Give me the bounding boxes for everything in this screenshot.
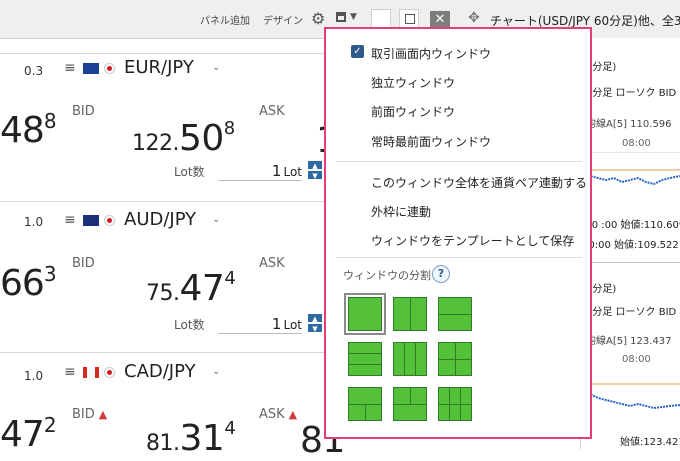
- jp-flag-icon: [104, 215, 115, 226]
- chart-series-label: 0分足 ローソク BID: [586, 88, 677, 99]
- pair-selector-eurjpy[interactable]: ≡ EUR/JPY ⌄: [64, 54, 224, 86]
- bid-price[interactable]: 75.474: [146, 268, 236, 309]
- divider: [0, 201, 325, 202]
- jp-flag-icon: [104, 63, 115, 74]
- divider: [0, 352, 325, 353]
- bid-label: BID: [72, 104, 95, 119]
- move-icon[interactable]: ✥: [468, 10, 480, 26]
- menu-item-save-template[interactable]: ウィンドウをテンプレートとして保存: [371, 232, 574, 249]
- layout-2-top-1-bottom[interactable]: [393, 387, 427, 421]
- lot-input[interactable]: 1 Lot: [218, 162, 302, 181]
- ask-label: ASK: [259, 256, 285, 271]
- pair-selector-audjpy[interactable]: ≡ AUD/JPY ⌄: [64, 206, 224, 238]
- lot-label: Lot数: [174, 165, 205, 179]
- pair-name: CAD/JPY: [124, 361, 196, 382]
- chart-footer: :00 :00 始値:110.609: [582, 220, 680, 231]
- layout-single[interactable]: [344, 293, 386, 335]
- eu-flag-icon: [83, 63, 99, 74]
- chevron-down-icon[interactable]: ⌄: [212, 366, 220, 377]
- gear-icon[interactable]: ⚙: [311, 9, 325, 28]
- price-plot: [582, 169, 680, 186]
- moving-average-label: 均線A[5] 123.437: [586, 336, 672, 347]
- lot-stepper[interactable]: ▲ ▼: [307, 313, 323, 333]
- chevron-down-icon[interactable]: ⌄: [212, 214, 220, 225]
- close-button[interactable]: ✕: [430, 11, 450, 28]
- stepper-up[interactable]: ▲: [307, 313, 323, 323]
- pair-name: AUD/JPY: [124, 209, 197, 230]
- spread-value: 0.3: [24, 64, 44, 78]
- menu-item-always-on-top[interactable]: 常時最前面ウィンドウ: [371, 133, 491, 150]
- stepper-down[interactable]: ▼: [307, 323, 323, 333]
- lot-stepper[interactable]: ▲ ▼: [307, 160, 323, 180]
- partial-price: 663: [0, 262, 57, 304]
- split-section-label: ウィンドウの分割: [343, 269, 431, 282]
- pair-name: EUR/JPY: [124, 57, 194, 78]
- design-button[interactable]: デザイン: [263, 12, 303, 27]
- menu-item-link-outer-frame[interactable]: 外枠に連動: [371, 203, 431, 220]
- panel-add-button[interactable]: パネル追加: [200, 12, 250, 27]
- au-flag-icon: [83, 215, 99, 226]
- up-arrow-icon: ▲: [288, 408, 298, 421]
- bid-label: BID ▲: [72, 407, 108, 422]
- menu-item-independent-window[interactable]: 独立ウィンドウ: [371, 74, 455, 91]
- price-plot: [582, 383, 680, 410]
- bid-price[interactable]: 122.508: [132, 118, 235, 159]
- layout-2-vertical[interactable]: [393, 297, 427, 331]
- window-settings-menu: ✓ 取引画面内ウィンドウ 独立ウィンドウ 前面ウィンドウ 常時最前面ウィンドウ …: [324, 27, 592, 439]
- up-arrow-icon: ▲: [98, 408, 108, 421]
- menu-divider: [336, 161, 582, 162]
- menu-item-front-window[interactable]: 前面ウィンドウ: [371, 103, 455, 120]
- time-label: 08:00: [622, 138, 651, 149]
- ask-label: ASK ▲: [259, 407, 298, 422]
- bid-label: BID: [72, 256, 95, 271]
- stepper-down[interactable]: ▼: [307, 170, 323, 180]
- layout-1-top-2-bottom[interactable]: [348, 387, 382, 421]
- menu-item-in-screen-window[interactable]: 取引画面内ウィンドウ: [371, 45, 491, 62]
- menu-icon[interactable]: ≡: [64, 212, 76, 228]
- spread-value: 1.0: [24, 215, 44, 229]
- spread-value: 1.0: [24, 369, 44, 383]
- checkbox-checked-icon[interactable]: ✓: [351, 45, 364, 58]
- partial-price: 488: [0, 109, 57, 151]
- menu-icon[interactable]: ≡: [64, 364, 76, 380]
- maximize-icon: [405, 14, 415, 24]
- grid-line: [580, 152, 680, 153]
- layout-3-horizontal[interactable]: [348, 342, 382, 376]
- layout-3-vertical[interactable]: [393, 342, 427, 376]
- ask-label: ASK: [259, 104, 285, 119]
- time-label: 08:00: [622, 354, 651, 365]
- chevron-down-icon[interactable]: ⌄: [212, 62, 220, 73]
- lot-input[interactable]: 1 Lot: [218, 315, 302, 334]
- layout-2-horizontal[interactable]: [438, 297, 472, 331]
- lot-label: Lot数: [174, 318, 205, 332]
- bid-price[interactable]: 81.314: [146, 418, 236, 459]
- menu-divider: [336, 257, 582, 258]
- layout-6-grid[interactable]: [438, 387, 472, 421]
- minimize-button[interactable]: [371, 9, 391, 29]
- layout-4-grid[interactable]: [438, 342, 472, 376]
- divider: [580, 262, 680, 263]
- stepper-up[interactable]: ▲: [307, 160, 323, 170]
- window-mode-icon[interactable]: [336, 12, 346, 22]
- menu-icon[interactable]: ≡: [64, 60, 76, 76]
- chevron-down-icon[interactable]: ▼: [350, 12, 357, 22]
- chart-footer: 00:00 始値:109.522: [582, 240, 679, 251]
- chart-series-label: 0分足 ローソク BID: [586, 307, 677, 318]
- chart-footer: 始値:123.421: [620, 437, 680, 448]
- help-icon[interactable]: ?: [432, 265, 450, 283]
- ca-flag-icon: [83, 367, 99, 378]
- moving-average-label: 均線A[5] 110.596: [586, 119, 672, 130]
- pair-selector-cadjpy[interactable]: ≡ CAD/JPY ⌄: [64, 358, 224, 390]
- menu-item-link-currency-pair[interactable]: このウィンドウ全体を通貨ペア連動する: [371, 174, 587, 191]
- jp-flag-icon: [104, 367, 115, 378]
